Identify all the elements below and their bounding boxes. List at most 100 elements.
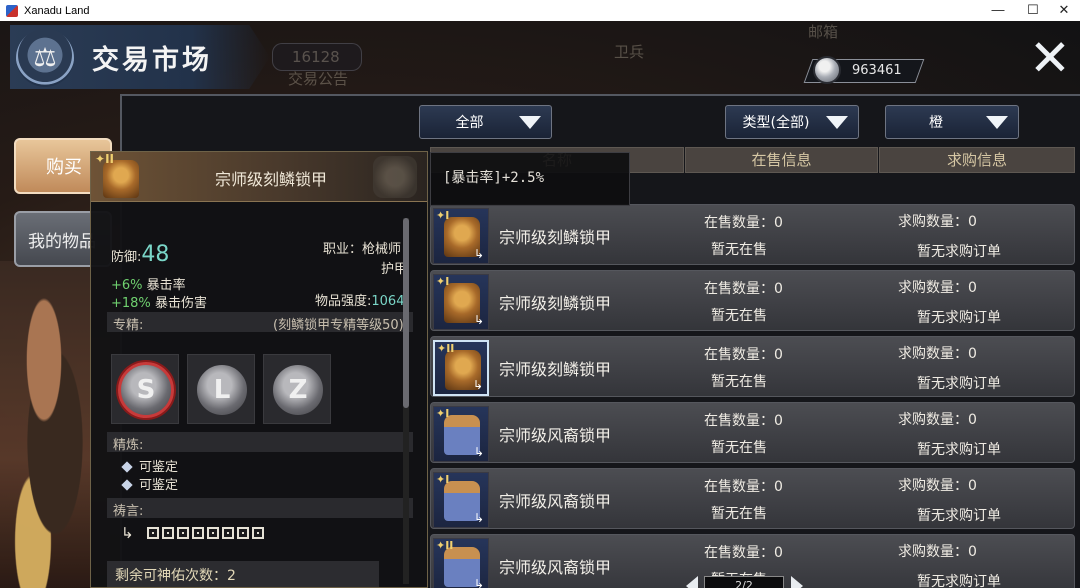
tier-badge: ✦II (437, 342, 455, 355)
item-thumbnail[interactable]: ✦II ↳ (433, 340, 489, 396)
silver-coin-icon (813, 56, 841, 84)
stat-crit-damage-value: +18% (111, 296, 151, 311)
buy-status: 暂无求购订单 (917, 244, 1001, 260)
item-thumbnail[interactable]: ✦I ↳ (433, 406, 489, 462)
window-close-button[interactable]: ✕ (1046, 0, 1080, 21)
stat-crit-rate-name: 暴击率 (146, 278, 186, 293)
item-thumbnail[interactable]: ✦I ↳ (433, 274, 489, 330)
defense-label: 防御: (111, 250, 142, 265)
prayer-section-bar: 祷言: (107, 498, 413, 519)
buy-status: 暂无求购订单 (917, 310, 1001, 326)
sale-status: 暂无在售 (711, 374, 767, 390)
background-notice: 交易公告 (288, 70, 349, 88)
currency-value: 963461 (852, 63, 902, 78)
hook-icon: ↳ (473, 313, 484, 327)
rune-slot-icon (162, 527, 174, 539)
tier-badge: ✦II (436, 539, 454, 552)
prayer-hook-icon: ↳ (121, 524, 134, 542)
item-name: 宗师级风裔锁甲 (499, 426, 612, 445)
buy-count: 求购数量：0 (898, 346, 977, 362)
page-indicator: 2/2 (704, 576, 784, 588)
rune-slot-icon (207, 527, 219, 539)
diamond-icon (121, 479, 133, 491)
tier-badge: ✦I (436, 407, 450, 420)
minimize-button[interactable]: — (980, 0, 1016, 21)
category-dropdown-value: 全部 (455, 115, 484, 131)
spec-rune-icon: L (194, 362, 250, 418)
chevron-down-icon (519, 115, 541, 129)
hook-icon: ↳ (473, 511, 484, 525)
sale-count: 在售数量：0 (704, 413, 783, 429)
detail-scrollbar-thumb[interactable] (403, 218, 409, 408)
buy-count: 求购数量：0 (898, 478, 977, 494)
hook-icon: ↳ (473, 445, 484, 459)
refine-item-1-label: 可鉴定 (139, 460, 179, 475)
item-thumbnail[interactable]: ✦I ↳ (433, 208, 489, 264)
tier-badge: ✦I (436, 209, 450, 222)
item-thumbnail[interactable]: ✦II ↳ (433, 538, 489, 588)
stat-tooltip-text: [暴击率]+2.5% (443, 170, 545, 186)
rune-slot-icon (192, 527, 204, 539)
refine-item-1: 可鉴定 (121, 456, 179, 475)
listing-row[interactable]: ✦II ↳ 宗师级刻鳞锁甲 在售数量：0 暂无在售 求购数量：0 暂无求购订单 (430, 336, 1075, 397)
next-page-icon[interactable] (791, 576, 803, 588)
category-dropdown[interactable]: 全部 (419, 105, 552, 139)
rune-slot-icon (237, 527, 249, 539)
tier-badge: ✦I (436, 275, 450, 288)
listing-row[interactable]: ✦I ↳ 宗师级风裔锁甲 在售数量：0 暂无在售 求购数量：0 暂无求购订单 (430, 468, 1075, 529)
buy-count: 求购数量：0 (898, 280, 977, 296)
background-guard: 卫兵 (614, 43, 645, 61)
app-icon (6, 4, 18, 17)
window-title: Xanadu Land (24, 4, 90, 17)
item-thumbnail[interactable]: ✦I ↳ (433, 472, 489, 528)
stat-crit-damage: +18% 暴击伤害 (111, 292, 207, 311)
quality-dropdown[interactable]: 橙 (885, 105, 1019, 139)
spec-slot-3[interactable]: Z (263, 354, 331, 424)
diamond-icon (121, 461, 133, 473)
refine-label: 精炼: (113, 438, 144, 453)
type-dropdown-value: 类型(全部) (742, 115, 810, 131)
stat-crit-rate-value: +6% (111, 278, 143, 293)
defense-value: 48 (141, 242, 170, 267)
page-title: 交易市场 (92, 45, 212, 76)
tier-badge: ✦II (95, 152, 114, 166)
listing-row[interactable]: ✦I ↳ 宗师级刻鳞锁甲 在售数量：0 暂无在售 求购数量：0 暂无求购订单 (430, 204, 1075, 265)
sale-count: 在售数量：0 (704, 281, 783, 297)
buy-count: 求购数量：0 (898, 412, 977, 428)
spec-note: (刻鳞锁甲专精等级50) (273, 318, 404, 333)
prayer-label: 祷言: (113, 504, 144, 519)
spec-slot-1[interactable]: S (111, 354, 179, 424)
defense-stat: 防御:48 (111, 242, 169, 267)
background-mail: 邮箱 (808, 23, 839, 41)
buy-status: 暂无求购订单 (917, 574, 1001, 588)
spec-label: 专精: (113, 318, 144, 333)
item-name: 宗师级刻鳞锁甲 (499, 294, 612, 313)
hook-icon: ↳ (473, 247, 484, 261)
pagination: 2/2 (686, 576, 806, 588)
tier-badge: ✦I (436, 473, 450, 486)
sale-count: 在售数量：0 (704, 215, 783, 231)
prev-page-icon[interactable] (686, 576, 698, 588)
refine-section-bar: 精炼: (107, 432, 413, 453)
close-market-button[interactable]: ✕ (1027, 33, 1073, 83)
listing-row[interactable]: ✦I ↳ 宗师级风裔锁甲 在售数量：0 暂无在售 求购数量：0 暂无求购订单 (430, 402, 1075, 463)
item-detail-header: ✦II 宗师级刻鳞锁甲 (91, 152, 427, 202)
buy-status: 暂无求购订单 (917, 376, 1001, 392)
chevron-down-icon (986, 115, 1008, 129)
item-name: 宗师级风裔锁甲 (499, 558, 612, 577)
sale-status: 暂无在售 (711, 440, 767, 456)
column-header-sale-info: 在售信息 (685, 147, 878, 173)
spec-slot-2[interactable]: L (187, 354, 255, 424)
item-strength: 物品强度:1064 (315, 290, 404, 309)
blessing-remaining: 剩余可神佑次数：2 (107, 561, 379, 587)
rune-slot-icon (147, 527, 159, 539)
item-detail-icon: ✦II (93, 152, 151, 200)
rune-slot-icon (177, 527, 189, 539)
sale-count: 在售数量：0 (704, 545, 783, 561)
spec-section-bar: 专精: (刻鳞锁甲专精等级50) (107, 312, 413, 333)
type-dropdown[interactable]: 类型(全部) (725, 105, 859, 139)
listing-row[interactable]: ✦I ↳ 宗师级刻鳞锁甲 在售数量：0 暂无在售 求购数量：0 暂无求购订单 (430, 270, 1075, 331)
tab-buy-label: 购买 (46, 157, 82, 178)
item-strength-label: 物品强度: (315, 294, 372, 309)
stat-crit-rate: +6% 暴击率 (111, 274, 186, 293)
